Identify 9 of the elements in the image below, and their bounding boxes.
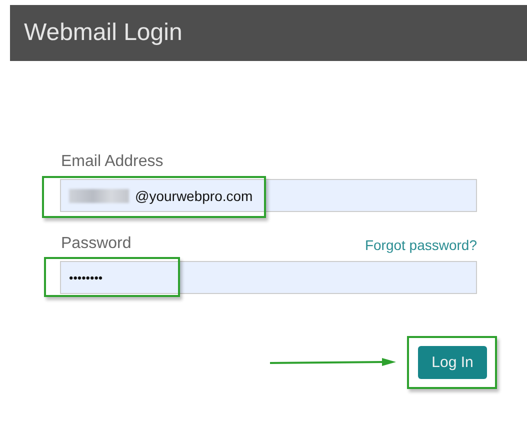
field-label: Password (61, 235, 132, 253)
forgot-password-link[interactable]: Forgot password? (364, 237, 477, 253)
input-field[interactable]: @yourwebpro.com (60, 179, 477, 212)
field-value: @yourwebpro.com (135, 188, 253, 204)
field-label: Email Address (61, 153, 164, 171)
input-field[interactable]: •••••••• (60, 261, 477, 294)
field-value: •••••••• (69, 270, 103, 284)
login-button[interactable]: Log In (418, 346, 487, 379)
page-title: Webmail Login (24, 19, 182, 47)
